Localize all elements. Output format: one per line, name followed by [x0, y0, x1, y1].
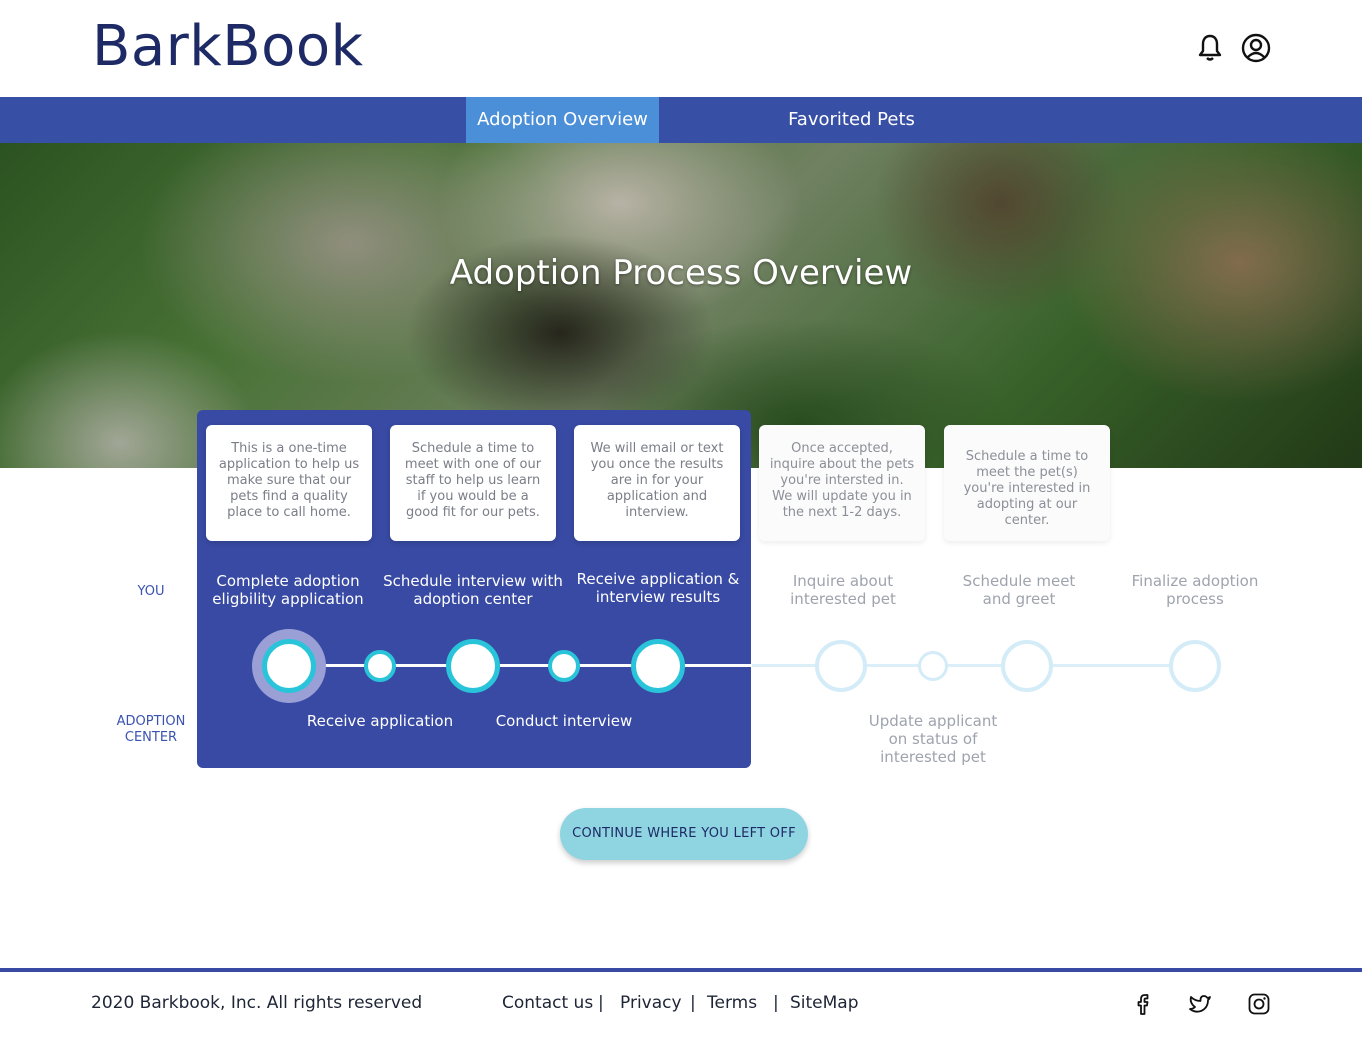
- footer-separator: |: [598, 993, 604, 1013]
- continue-button[interactable]: CONTINUE WHERE YOU LEFT OFF: [560, 808, 808, 860]
- step-conduct-interview: Conduct interview: [495, 712, 633, 730]
- footer-link-contact[interactable]: Contact us: [502, 993, 593, 1013]
- timeline-node-6[interactable]: [1169, 640, 1221, 692]
- tab-favorited-pets[interactable]: Favorited Pets: [755, 97, 948, 143]
- step-complete-application: Complete adoption eligbility application: [212, 572, 364, 608]
- step-card-results: We will email or text you once the resul…: [574, 425, 740, 541]
- logo[interactable]: BarkBook: [92, 14, 364, 79]
- footer-link-privacy[interactable]: Privacy: [620, 993, 682, 1013]
- step-finalize-adoption: Finalize adoption process: [1131, 572, 1259, 608]
- footer-separator: |: [773, 993, 779, 1013]
- bell-icon[interactable]: [1194, 32, 1226, 64]
- twitter-icon[interactable]: [1188, 992, 1212, 1016]
- step-card-inquire: Once accepted, inquire about the pets yo…: [759, 425, 925, 541]
- timeline-node-1[interactable]: [262, 639, 316, 693]
- timeline-node-receive[interactable]: [364, 650, 396, 682]
- step-schedule-interview: Schedule interview with adoption center: [383, 572, 563, 608]
- footer-separator: |: [690, 993, 696, 1013]
- instagram-icon[interactable]: [1247, 992, 1271, 1016]
- footer-link-sitemap[interactable]: SiteMap: [790, 993, 859, 1013]
- footer-link-terms[interactable]: Terms: [707, 993, 757, 1013]
- step-card-interview: Schedule a time to meet with one of our …: [390, 425, 556, 541]
- step-meet-and-greet: Schedule meet and greet: [962, 572, 1076, 608]
- timeline-node-5[interactable]: [1001, 640, 1053, 692]
- timeline-node-update[interactable]: [918, 651, 948, 681]
- timeline-node-2[interactable]: [446, 639, 500, 693]
- step-inquire-pet: Inquire about interested pet: [790, 572, 896, 608]
- header: BarkBook: [0, 0, 1362, 97]
- copyright: 2020 Barkbook, Inc. All rights reserved: [91, 993, 423, 1013]
- step-receive-results: Receive application & interview results: [576, 570, 740, 606]
- facebook-icon[interactable]: [1131, 992, 1155, 1016]
- main-nav: Adoption Overview Favorited Pets: [0, 97, 1362, 143]
- hero-title: Adoption Process Overview: [449, 253, 913, 293]
- timeline-node-conduct[interactable]: [548, 650, 580, 682]
- row-label-adoption-center: ADOPTION CENTER: [116, 714, 186, 745]
- step-update-applicant: Update applicant on status of interested…: [868, 712, 998, 766]
- timeline-node-4[interactable]: [815, 640, 867, 692]
- step-card-meet: Schedule a time to meet the pet(s) you'r…: [944, 425, 1110, 541]
- timeline-node-3[interactable]: [631, 639, 685, 693]
- step-receive-application: Receive application: [306, 712, 454, 730]
- user-icon[interactable]: [1240, 32, 1272, 64]
- row-label-you: YOU: [137, 584, 165, 599]
- step-card-application: This is a one-time application to help u…: [206, 425, 372, 541]
- tab-adoption-overview[interactable]: Adoption Overview: [466, 97, 659, 143]
- footer-divider: [0, 968, 1362, 972]
